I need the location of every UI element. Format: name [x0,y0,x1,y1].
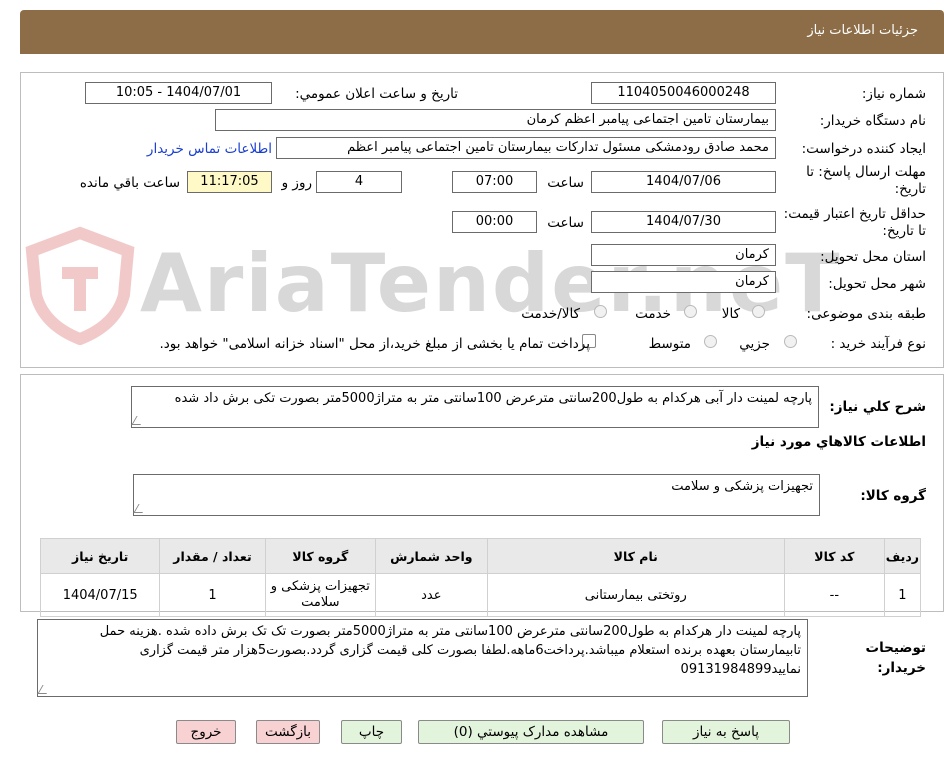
watermark-shield-icon [25,226,135,345]
time-left-label: ساعت باقي مانده [79,175,180,191]
province-field: کرمان [591,244,776,266]
buyer-notes-textarea: پارچه لمینت دار هرکدام به طول200سانتی مت… [37,619,808,697]
col-unit: واحد شمارش [375,538,488,574]
category-radio-goods-service[interactable] [594,305,607,318]
page-title: جزئیات اطلاعات نیاز [807,23,918,38]
validity-time-field: 00:00 [452,211,537,233]
col-quantity: تعداد / مقدار [159,538,266,574]
col-item-code: کد کالا [783,538,885,574]
goods-table-header: ردیف کد کالا نام کالا واحد شمارش گروه کا… [39,538,922,574]
back-button[interactable]: بازگشت [256,720,320,744]
cell-row-number: 1 [883,573,922,617]
cell-quantity: 1 [159,573,266,617]
process-option-minor: جزیي [739,336,770,352]
page-header: جزئیات اطلاعات نیاز [20,10,944,54]
print-button[interactable]: چاپ [341,720,402,744]
category-radio-service[interactable] [684,305,697,318]
validity-date-field: 1404/07/30 [591,211,776,233]
validity-time-label: ساعت [547,215,584,231]
cell-group: تجهیزات پزشکی و سلامت [264,573,377,617]
attachments-button[interactable]: مشاهده مدارک پیوستي (0) [418,720,644,744]
buyer-label: نام دستگاه خریدار: [819,113,926,129]
deadline-time-field: 07:00 [452,171,537,193]
process-option-medium: متوسط [648,336,691,352]
need-number-field: 1104050046000248 [591,82,776,104]
watermark: AriaTender.neT [20,225,840,345]
validity-label: حداقل تاریخ اعتبار قیمت: تا تاریخ: [783,206,926,239]
buyer-field: بیمارستان تامین اجتماعی پیامبر اعظم کرما… [215,109,776,131]
summary-resize-icon[interactable] [131,416,146,425]
deadline-time-label: ساعت [547,175,584,191]
summary-text: پارچه لمینت دار آبی هرکدام به طول200سانت… [174,391,812,406]
exit-button[interactable]: خروج [176,720,236,744]
col-item-name: نام کالا [486,538,785,574]
city-label: شهر محل تحویل: [828,276,926,292]
goods-table: ردیف کد کالا نام کالا واحد شمارش گروه کا… [39,538,922,617]
goods-group-text: تجهیزات پزشکی و سلامت [671,479,813,494]
category-option-goods-service: کالا/خدمت [521,306,580,322]
goods-group-field: تجهیزات پزشکی و سلامت [133,474,820,516]
table-row: 1 -- روتختی بیمارستانی عدد تجهیزات پزشکی… [39,573,922,617]
deadline-label: مهلت ارسال پاسخ: تا تاریخ: [806,164,926,197]
cell-item-name: روتختی بیمارستانی [486,573,785,617]
goods-group-label: گروه کالا: [860,488,926,504]
province-label: استان محل تحویل: [820,249,926,265]
buyer-notes-text: پارچه لمینت دار هرکدام به طول200سانتی مت… [99,624,801,677]
category-option-goods: کالا [721,306,740,322]
col-need-date: تاریخ نیاز [39,538,161,574]
cell-item-code: -- [783,573,885,617]
reply-button[interactable]: پاسخ به نیاز [662,720,790,744]
buyer-notes-label: توضیحات خریدار: [865,640,926,676]
time-left-field: 11:17:05 [187,171,272,193]
summary-textarea: پارچه لمینت دار آبی هرکدام به طول200سانت… [131,386,819,428]
cell-need-date: 1404/07/15 [39,573,161,617]
goods-group-resize-icon[interactable] [133,504,148,513]
process-radio-medium[interactable] [704,335,717,348]
process-radio-minor[interactable] [784,335,797,348]
days-label: روز و [281,175,312,191]
category-label: طبقه بندی موضوعی: [806,306,926,322]
announce-label: تاریخ و ساعت اعلان عمومي: [295,86,458,102]
city-field: کرمان [591,271,776,293]
creator-label: ایجاد کننده درخواست: [801,141,926,157]
buyer-contact-link[interactable]: اطلاعات تماس خریدار [147,141,272,157]
summary-label: شرح کلي نیاز: [829,399,926,415]
goods-section-title: اطلاعات کالاهاي مورد نیاز [751,434,926,450]
announce-field: 1404/07/01 - 10:05 [85,82,272,104]
creator-field: محمد صادق رودمشکی مسئول تدارکات بیمارستا… [276,137,776,159]
category-radio-goods[interactable] [752,305,765,318]
payment-note: پرداخت تمام یا بخشی از مبلغ خرید،از محل … [159,336,590,352]
days-field: 4 [316,171,402,193]
category-option-service: خدمت [635,306,671,322]
buyer-notes-resize-icon[interactable] [37,685,52,694]
cell-unit: عدد [375,573,488,617]
deadline-date-field: 1404/07/06 [591,171,776,193]
col-group: گروه کالا [264,538,377,574]
col-row-number: ردیف [883,538,922,574]
need-number-label: شماره نیاز: [861,86,926,102]
process-label: نوع فرآیند خرید : [830,336,926,352]
